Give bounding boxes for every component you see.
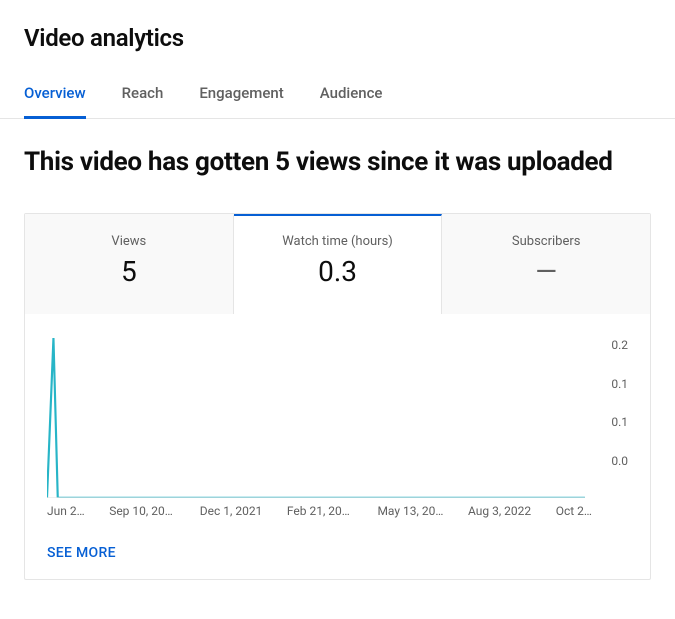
y-tick: 0.1: [611, 415, 628, 429]
metric-value: 5: [25, 255, 233, 288]
tab-reach[interactable]: Reach: [122, 76, 164, 119]
chart-line: [47, 338, 585, 498]
see-more-container: SEE MORE: [25, 528, 650, 579]
line-chart: [47, 338, 628, 498]
headline: This video has gotten 5 views since it w…: [24, 147, 651, 177]
x-tick: Feb 21, 2022: [287, 504, 353, 518]
metric-value: 0.3: [234, 255, 442, 288]
y-tick: 0.1: [611, 377, 628, 391]
page-title: Video analytics: [24, 24, 651, 52]
x-tick: Aug 3, 2022: [468, 504, 531, 518]
tab-overview[interactable]: Overview: [24, 76, 86, 119]
y-tick: 0.2: [611, 338, 628, 352]
x-tick: Sep 10, 2021: [109, 504, 175, 518]
metric-subscribers[interactable]: Subscribers —: [442, 214, 650, 314]
x-tick: Oct 2…: [556, 504, 592, 518]
tab-audience[interactable]: Audience: [320, 76, 383, 119]
tab-engagement[interactable]: Engagement: [199, 76, 283, 119]
metric-label: Subscribers: [442, 234, 650, 249]
metric-label: Views: [25, 234, 233, 249]
analytics-card: Views5Watch time (hours)0.3Subscribers— …: [24, 213, 651, 580]
x-tick: Dec 1, 2021: [200, 504, 263, 518]
x-tick: Jun 2…: [47, 504, 85, 518]
metric-views[interactable]: Views 5: [25, 214, 234, 314]
metric-watch-time-hours-[interactable]: Watch time (hours) 0.3: [234, 214, 443, 314]
chart-x-axis: Jun 2… Sep 10, 2021 Dec 1, 2021 Feb 21, 202…: [47, 504, 628, 518]
metrics-row: Views 5Watch time (hours) 0.3Subscribers —: [25, 214, 650, 314]
chart-area: 0.2 0.1 0.1 0.0 Jun 2… Sep 10, 2021 Dec 1, 20…: [25, 314, 650, 528]
metric-value: —: [442, 255, 650, 288]
y-tick: 0.0: [611, 454, 628, 468]
see-more-button[interactable]: SEE MORE: [47, 545, 116, 561]
metric-label: Watch time (hours): [234, 234, 442, 249]
tabs: Overview Reach Engagement Audience: [0, 76, 675, 119]
chart-y-axis: 0.2 0.1 0.1 0.0: [611, 338, 628, 468]
x-tick: May 13, 2022: [377, 504, 443, 518]
